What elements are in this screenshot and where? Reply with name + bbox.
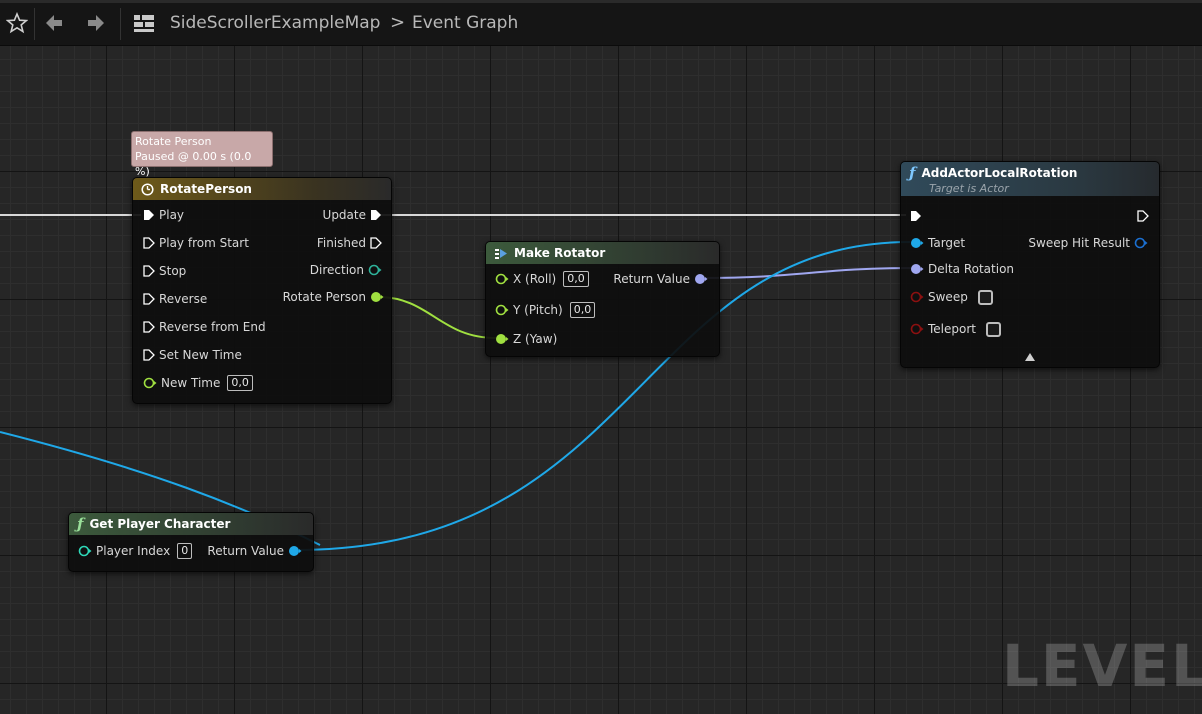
pin-label: Sweep Hit Result (1028, 236, 1130, 250)
exec-pin-icon (143, 265, 155, 277)
exec-pin-icon (143, 293, 155, 305)
player-index-input[interactable]: 0 (177, 543, 193, 559)
node-header[interactable]: ƒ AddActorLocalRotation Target is Actor (901, 162, 1159, 196)
level-watermark: LEVEL (1001, 632, 1202, 700)
exec-pin-icon (144, 210, 154, 220)
node-header[interactable]: ƒ Get Player Character (69, 513, 313, 535)
pin-delta-rotation[interactable]: Delta Rotation (910, 260, 1018, 278)
exec-pin-icon (1137, 210, 1149, 222)
pin-label: Target (928, 236, 966, 250)
pin-reverse-from-end[interactable]: Reverse from End (143, 318, 270, 336)
node-title: AddActorLocalRotation (921, 165, 1078, 180)
pin-rotate-person-output[interactable]: Rotate Person (279, 288, 384, 306)
function-icon: ƒ (77, 515, 84, 533)
float-wire (377, 296, 497, 339)
float-pin-icon (371, 292, 384, 302)
node-header[interactable]: Make Rotator (486, 242, 719, 264)
teleport-checkbox[interactable] (986, 321, 1001, 337)
rotator-pin-icon (695, 274, 708, 284)
new-time-input[interactable]: 0,0 (227, 375, 253, 391)
pin-label: X (Roll) (513, 272, 557, 286)
pin-z-yaw[interactable]: Z (Yaw) (495, 330, 561, 348)
pin-label: Teleport (928, 322, 976, 336)
timeline-comment: Rotate Person Paused @ 0.00 s (0.0 %) (131, 131, 273, 178)
pin-label: Reverse (159, 292, 208, 306)
byte-pin-icon (368, 264, 382, 276)
pin-stop[interactable]: Stop (143, 262, 190, 280)
comment-title: Rotate Person (135, 135, 212, 148)
pin-label: Return Value (613, 272, 690, 286)
pin-label: Y (Pitch) (513, 303, 563, 317)
pin-player-character-return[interactable]: Return Value (203, 542, 302, 560)
pin-make-rotator-return[interactable]: Return Value (609, 270, 708, 288)
object-pin-icon (911, 238, 924, 248)
pin-sweep[interactable]: Sweep (910, 288, 993, 306)
pin-new-time[interactable]: New Time 0,0 (143, 374, 253, 392)
make-struct-icon (495, 248, 507, 259)
x-roll-input[interactable]: 0,0 (563, 271, 589, 287)
pin-finished[interactable]: Finished (313, 234, 382, 252)
pin-target[interactable]: Target (910, 234, 969, 252)
pin-label: Update (322, 208, 366, 222)
pin-label: Player Index (96, 544, 171, 558)
collapse-arrow-icon[interactable] (1024, 352, 1036, 362)
pin-label: Stop (159, 264, 187, 278)
pin-label: New Time (161, 376, 221, 390)
y-pitch-input[interactable]: 0,0 (569, 302, 596, 318)
node-header[interactable]: RotatePerson (133, 178, 391, 200)
pin-label: Delta Rotation (928, 262, 1015, 276)
clock-icon (141, 182, 154, 196)
exec-pin-icon (143, 237, 155, 249)
pin-player-index[interactable]: Player Index 0 (78, 542, 193, 560)
comment-status: Paused @ 0.00 s (0.0 %) (135, 150, 252, 178)
node-subtitle: Target is Actor (929, 181, 1009, 195)
exec-pin-icon (143, 349, 155, 361)
float-pin-icon (143, 377, 157, 389)
pin-label: Rotate Person (282, 290, 366, 304)
pin-set-new-time[interactable]: Set New Time (143, 346, 246, 364)
exec-pin-icon (371, 210, 381, 220)
exec-pin-icon (143, 321, 155, 333)
pin-play[interactable]: Play (143, 206, 188, 224)
pin-update[interactable]: Update (319, 206, 382, 224)
pin-y-pitch[interactable]: Y (Pitch) 0,0 (495, 301, 596, 319)
pin-label: Z (Yaw) (513, 332, 558, 346)
pin-x-roll[interactable]: X (Roll) 0,0 (495, 270, 589, 288)
bool-pin-icon (910, 323, 924, 335)
bool-pin-icon (910, 291, 924, 303)
pin-exec-in[interactable] (910, 207, 922, 225)
pin-label: Reverse from End (159, 320, 266, 334)
node-title: Make Rotator (514, 246, 606, 260)
node-title: RotatePerson (160, 182, 252, 196)
sweep-checkbox[interactable] (977, 289, 993, 305)
exec-pin-icon (911, 211, 921, 221)
pin-sweep-hit-result[interactable]: Sweep Hit Result (1024, 234, 1148, 252)
rotator-wire (703, 267, 913, 279)
float-pin-icon (495, 273, 509, 285)
function-icon: ƒ (909, 163, 916, 182)
exec-pin-icon (370, 237, 382, 249)
pin-exec-out[interactable] (1137, 207, 1149, 225)
pin-label: Play from Start (159, 236, 249, 250)
pin-label: Sweep (928, 290, 968, 304)
int-pin-icon (78, 545, 92, 557)
pin-label: Finished (316, 236, 366, 250)
pin-play-from-start[interactable]: Play from Start (143, 234, 253, 252)
node-title: Get Player Character (89, 517, 231, 531)
pin-label: Direction (309, 263, 364, 277)
pin-teleport[interactable]: Teleport (910, 320, 1001, 338)
pin-label: Set New Time (159, 348, 242, 362)
float-pin-icon (496, 334, 509, 344)
pin-direction[interactable]: Direction (306, 261, 382, 279)
rotator-pin-icon (911, 264, 924, 274)
float-pin-icon (495, 304, 509, 316)
pin-label: Play (159, 208, 185, 222)
object-pin-icon (289, 546, 302, 556)
pin-label: Return Value (207, 544, 284, 558)
struct-pin-icon (1134, 237, 1148, 249)
pin-reverse[interactable]: Reverse (143, 290, 211, 308)
